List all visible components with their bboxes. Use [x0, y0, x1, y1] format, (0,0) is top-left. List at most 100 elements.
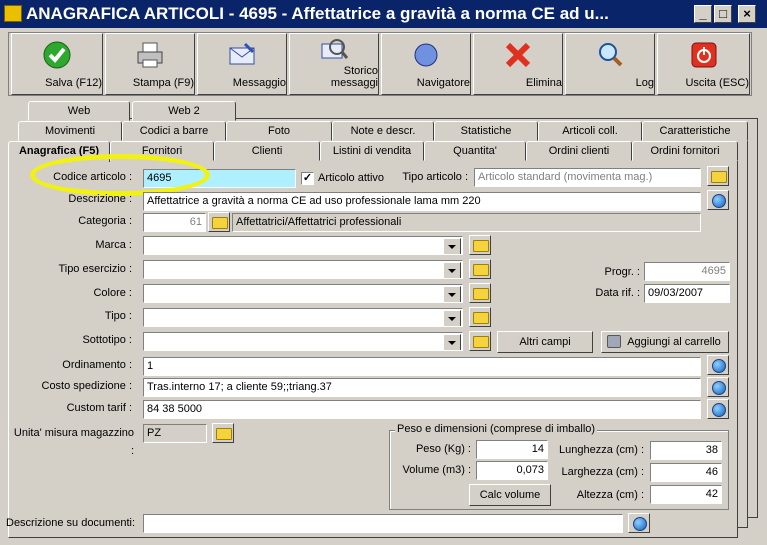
minimize-button[interactable]: _ — [694, 5, 712, 23]
exercise-select[interactable] — [143, 260, 463, 279]
maximize-button[interactable]: □ — [714, 5, 732, 23]
subtype-label: Sottotipo : — [82, 334, 132, 346]
magnifier-envelope-icon — [321, 39, 349, 59]
tipo-label: Tipo : — [104, 310, 132, 322]
tab-codici-a-barre[interactable]: Codici a barre — [122, 121, 226, 141]
history-label-2: messaggi — [330, 77, 378, 89]
log-button[interactable]: Log — [565, 33, 655, 95]
message-history-button[interactable]: Storico messaggi — [289, 33, 379, 95]
save-button[interactable]: Salva (F12) — [11, 33, 103, 95]
progr-label: Progr. : — [604, 266, 640, 278]
tariff-field[interactable]: 84 38 5000 — [143, 400, 701, 419]
exit-button[interactable]: Uscita (ESC) — [657, 33, 750, 95]
desc-field[interactable]: Affettatrice a gravità a norma CE ad uso… — [143, 192, 701, 211]
order-globe-icon[interactable] — [707, 355, 729, 375]
app-icon — [4, 5, 22, 22]
tipo-folder-icon[interactable] — [469, 307, 491, 327]
docdesc-globe-icon[interactable] — [628, 513, 650, 533]
chevron-down-icon[interactable] — [443, 334, 461, 350]
tab-clienti[interactable]: Clienti — [214, 141, 320, 161]
width-field[interactable]: 46 — [650, 463, 722, 482]
subtype-folder-icon[interactable] — [469, 331, 491, 351]
exercise-folder-icon[interactable] — [469, 259, 491, 279]
add-to-cart-button[interactable]: Aggiungi al carrello — [601, 331, 729, 353]
width-label: Larghezza (cm) : — [561, 466, 644, 478]
weight-field[interactable]: 14 — [476, 440, 548, 459]
color-folder-icon[interactable] — [469, 283, 491, 303]
tab-ordini-clienti[interactable]: Ordini clienti — [526, 141, 632, 161]
type-folder-icon[interactable] — [707, 166, 729, 186]
subtype-select[interactable] — [143, 332, 463, 351]
cat-code-field[interactable]: 61 — [143, 213, 206, 232]
tab-quantita[interactable]: Quantita' — [424, 141, 526, 161]
exit-label: Uscita (ESC) — [685, 77, 749, 89]
navigator-label: Navigatore — [416, 77, 470, 89]
tariff-globe-icon[interactable] — [707, 399, 729, 419]
tab-movimenti[interactable]: Movimenti — [18, 121, 122, 141]
print-button[interactable]: Stampa (F9) — [105, 33, 195, 95]
toolbar: Salva (F12) Stampa (F9) Messaggio Storic… — [8, 32, 752, 96]
save-label: Salva (F12) — [45, 77, 102, 89]
chevron-down-icon[interactable] — [443, 286, 461, 302]
date-label: Data rif. : — [595, 287, 640, 299]
tab-ordini-fornitori[interactable]: Ordini fornitori — [632, 141, 738, 161]
cat-folder-icon[interactable] — [208, 212, 230, 232]
shipping-globe-icon[interactable] — [707, 377, 729, 397]
tab-web-2[interactable]: Web 2 — [132, 101, 236, 121]
delete-button[interactable]: Elimina — [473, 33, 563, 95]
chevron-down-icon[interactable] — [443, 262, 461, 278]
volume-field[interactable]: 0,073 — [476, 461, 548, 480]
tab-listini-di-vendita[interactable]: Listini di vendita — [320, 141, 424, 161]
check-icon — [43, 41, 71, 69]
tab-web[interactable]: Web — [28, 101, 130, 121]
order-field[interactable]: 1 — [143, 357, 701, 376]
tab-foto[interactable]: Foto — [226, 121, 332, 141]
cart-icon — [607, 335, 621, 348]
unit-folder-icon[interactable] — [212, 423, 234, 443]
docdesc-field[interactable] — [143, 514, 623, 533]
desc-globe-icon[interactable] — [707, 190, 729, 210]
desc-label: Descrizione : — [68, 193, 132, 205]
tab-caratteristiche[interactable]: Caratteristiche — [642, 121, 748, 141]
close-button[interactable]: × — [738, 5, 756, 23]
tab-note-e-descr[interactable]: Note e descr. — [332, 121, 434, 141]
type-label: Tipo articolo : — [402, 171, 468, 183]
brand-folder-icon[interactable] — [469, 235, 491, 255]
envelope-icon — [229, 42, 255, 65]
exercise-label: Tipo esercizio : — [58, 263, 132, 275]
message-button[interactable]: Messaggio — [197, 33, 287, 95]
delete-label: Elimina — [525, 77, 562, 89]
type-field[interactable]: Articolo standard (movimenta mag.) — [474, 168, 701, 187]
print-label: Stampa (F9) — [132, 77, 194, 89]
log-magnifier-icon — [599, 43, 623, 67]
message-label: Messaggio — [232, 77, 286, 89]
tariff-label: Custom tarif : — [66, 402, 132, 414]
dimensions-title: Peso e dimensioni (comprese di imballo) — [395, 423, 598, 436]
brand-select[interactable] — [143, 236, 463, 255]
printer-icon — [137, 42, 163, 68]
length-field[interactable]: 38 — [650, 441, 722, 460]
active-checkbox[interactable]: ✓ — [301, 172, 314, 185]
height-field[interactable]: 42 — [650, 485, 722, 504]
chevron-down-icon[interactable] — [443, 310, 461, 326]
volume-label: Volume (m3) : — [402, 464, 471, 476]
progr-field: 4695 — [644, 262, 730, 281]
tab-articoli-coll[interactable]: Articoli coll. — [538, 121, 642, 141]
color-select[interactable] — [143, 284, 463, 303]
brand-label: Marca : — [95, 239, 132, 251]
weight-label: Peso (Kg) : — [415, 443, 471, 455]
tipo-select[interactable] — [143, 308, 463, 327]
tab-statistiche[interactable]: Statistiche — [434, 121, 538, 141]
other-fields-button[interactable]: Altri campi — [497, 331, 593, 353]
cat-label: Categoria : — [78, 215, 132, 227]
length-label: Lunghezza (cm) : — [559, 444, 644, 456]
date-field[interactable]: 09/03/2007 — [644, 284, 730, 303]
navigator-button[interactable]: Navigatore — [381, 33, 471, 95]
unit-field: PZ — [143, 424, 207, 443]
color-label: Colore : — [93, 287, 132, 299]
shipping-field[interactable]: Tras.interno 17; a cliente 59;;triang.37 — [143, 378, 701, 397]
calc-volume-button[interactable]: Calc volume — [469, 484, 551, 506]
order-label: Ordinamento : — [62, 359, 132, 371]
power-icon — [691, 42, 716, 68]
chevron-down-icon[interactable] — [443, 238, 461, 254]
